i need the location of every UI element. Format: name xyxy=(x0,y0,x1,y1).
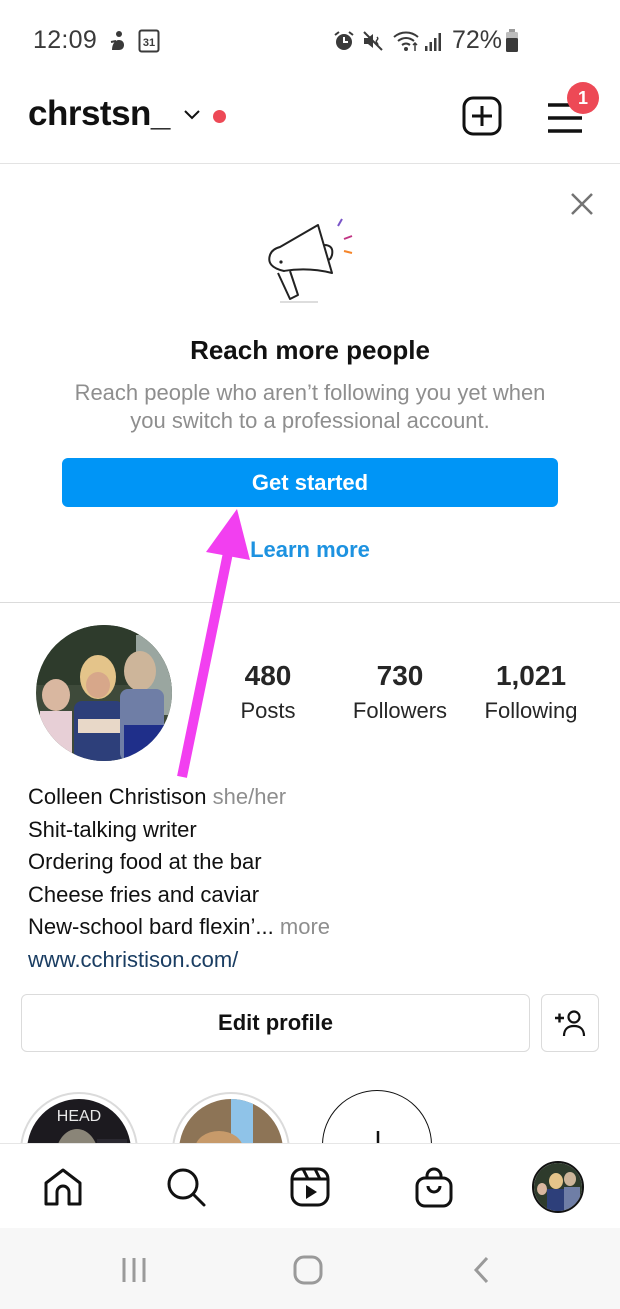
svg-text:HEAD: HEAD xyxy=(57,1108,101,1125)
bio-line: Shit-talking writer xyxy=(28,816,197,842)
calendar-icon: 31 xyxy=(138,29,160,58)
new-post-button[interactable] xyxy=(462,96,502,136)
svg-text:31: 31 xyxy=(143,37,155,49)
posts-number: 480 xyxy=(244,660,292,691)
megaphone-icon xyxy=(258,215,368,305)
home-icon xyxy=(44,1168,82,1206)
menu-badge: 1 xyxy=(567,82,599,114)
learn-more-link[interactable]: Learn more xyxy=(0,537,620,563)
wifi-icon xyxy=(392,30,420,57)
promo-description: Reach people who aren’t following you ye… xyxy=(74,380,546,433)
nav-reels[interactable] xyxy=(287,1164,333,1210)
plus-square-icon xyxy=(462,96,502,136)
back-chevron-icon xyxy=(473,1256,489,1284)
back-button[interactable] xyxy=(462,1250,502,1290)
followers-count[interactable]: 730 Followers xyxy=(340,660,460,724)
alarm-icon xyxy=(333,30,355,57)
system-navigation-bar xyxy=(0,1228,620,1309)
website-link[interactable]: www.cchristison.com/ xyxy=(28,944,330,977)
nav-search[interactable] xyxy=(163,1164,209,1210)
promo-title: Reach more people xyxy=(190,335,430,365)
recent-apps-button[interactable] xyxy=(114,1250,154,1290)
status-time: 12:09 xyxy=(33,26,98,54)
followers-number: 730 xyxy=(376,660,424,691)
following-number: 1,021 xyxy=(495,660,567,691)
get-started-button[interactable]: Get started xyxy=(62,458,558,507)
notification-dot xyxy=(213,110,226,123)
nav-profile-avatar[interactable] xyxy=(532,1161,584,1213)
edit-profile-button[interactable]: Edit profile xyxy=(21,994,530,1052)
accessibility-icon xyxy=(108,30,128,57)
nav-shop[interactable] xyxy=(411,1164,457,1210)
bio-line: New-school bard flexin’... xyxy=(28,914,274,939)
professional-account-promo: Reach more people Reach people who aren’… xyxy=(0,165,620,603)
display-name: Colleen Christison xyxy=(28,784,207,809)
battery-percentage: 72% xyxy=(452,26,503,54)
reels-icon xyxy=(290,1167,330,1207)
mute-icon xyxy=(362,30,384,57)
close-icon[interactable] xyxy=(568,190,596,218)
posts-count[interactable]: 480 Posts xyxy=(228,660,308,724)
bio-name-line: Colleen Christison she/her xyxy=(28,781,330,814)
bottom-navigation xyxy=(0,1143,620,1228)
nav-home[interactable] xyxy=(40,1164,86,1210)
pronouns: she/her xyxy=(212,784,287,809)
recent-apps-icon xyxy=(122,1258,146,1282)
profile-avatar[interactable] xyxy=(36,625,172,761)
username-switcher[interactable]: chrstsn_ xyxy=(28,94,170,134)
home-circle-icon xyxy=(293,1255,323,1285)
bio-line: Ordering food at the bar xyxy=(28,849,262,874)
bio-more-link[interactable]: more xyxy=(274,914,330,939)
battery-icon xyxy=(505,29,519,58)
add-person-icon xyxy=(555,1010,586,1037)
posts-label: Posts xyxy=(240,698,296,723)
shopping-bag-icon xyxy=(415,1167,453,1208)
followers-label: Followers xyxy=(352,698,448,723)
bio-line: Cheese fries and caviar xyxy=(28,881,260,907)
following-count[interactable]: 1,021 Following xyxy=(472,660,590,724)
signal-icon xyxy=(424,30,444,57)
home-system-button[interactable] xyxy=(288,1250,328,1290)
bio-line-truncated: New-school bard flexin’... more xyxy=(28,911,330,944)
profile-header: chrstsn_ xyxy=(0,82,620,164)
discover-people-button[interactable] xyxy=(541,994,599,1052)
search-icon xyxy=(167,1168,206,1207)
status-bar: 12:09 31 72% xyxy=(0,0,620,82)
chevron-down-icon[interactable] xyxy=(183,108,201,126)
following-label: Following xyxy=(484,698,578,723)
profile-bio: Colleen Christison she/her Shit-talking … xyxy=(28,781,330,976)
